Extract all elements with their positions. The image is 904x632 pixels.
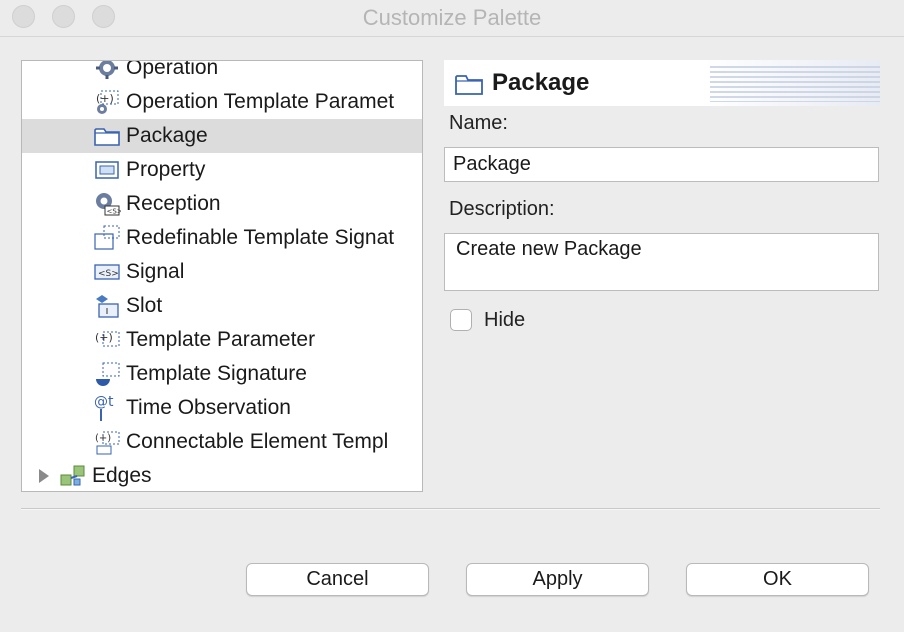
template-signature-icon bbox=[92, 359, 122, 389]
edges-icon bbox=[58, 461, 88, 491]
tree-item-template-signature[interactable]: Template Signature bbox=[22, 357, 422, 391]
tree-item-label: Connectable Element Templ bbox=[126, 430, 389, 453]
palette-tree[interactable]: Operation (+) Operation Template Paramet… bbox=[21, 60, 423, 492]
tree-item-label: Signal bbox=[126, 260, 185, 283]
header-decoration bbox=[710, 66, 880, 102]
time-observation-icon: @t bbox=[92, 393, 122, 423]
tree-item-connectable-element-template[interactable]: (+) Connectable Element Templ bbox=[22, 425, 422, 459]
title-bar: Customize Palette bbox=[0, 0, 904, 37]
hide-label: Hide bbox=[484, 309, 526, 331]
svg-text:<S>: <S> bbox=[107, 208, 122, 216]
tree-item-label: Time Observation bbox=[126, 396, 291, 419]
expand-arrow-icon[interactable] bbox=[38, 468, 52, 484]
cancel-button[interactable]: Cancel bbox=[246, 563, 429, 596]
svg-text:(+): (+) bbox=[96, 92, 114, 105]
tree-item-operation-template-parameter[interactable]: (+) Operation Template Paramet bbox=[22, 85, 422, 119]
hide-checkbox[interactable] bbox=[450, 309, 472, 331]
description-label: Description: bbox=[449, 198, 555, 220]
tree-item-signal[interactable]: <S> Signal bbox=[22, 255, 422, 289]
redefinable-template-signature-icon bbox=[92, 223, 122, 253]
details-title: Package bbox=[492, 69, 590, 96]
reception-gear-icon: <S> bbox=[92, 189, 122, 219]
tree-item-edges[interactable]: Edges bbox=[22, 459, 422, 491]
svg-text:(+): (+) bbox=[95, 433, 111, 444]
tree-item-label: Template Signature bbox=[126, 362, 307, 385]
tree-item-redefinable-template-signature[interactable]: Redefinable Template Signat bbox=[22, 221, 422, 255]
tree-item-operation[interactable]: Operation bbox=[22, 60, 422, 85]
template-parameter-icon: (+) bbox=[92, 325, 122, 355]
name-label: Name: bbox=[449, 112, 508, 134]
tree-item-label: Edges bbox=[92, 464, 152, 487]
connectable-element-template-icon: (+) bbox=[92, 427, 122, 457]
tree-item-label: Template Parameter bbox=[126, 328, 316, 351]
operation-gear-icon bbox=[92, 61, 122, 83]
signal-icon: <S> bbox=[92, 257, 122, 287]
property-icon bbox=[92, 155, 122, 185]
package-folder-icon bbox=[92, 121, 122, 151]
operation-template-parameter-icon: (+) bbox=[92, 87, 122, 117]
window-title: Customize Palette bbox=[362, 5, 542, 30]
svg-text:@t: @t bbox=[94, 394, 114, 410]
package-folder-icon bbox=[454, 72, 484, 101]
name-input[interactable] bbox=[444, 147, 879, 182]
tree-item-time-observation[interactable]: @t Time Observation bbox=[22, 391, 422, 425]
tree-item-label: Redefinable Template Signat bbox=[126, 226, 395, 249]
tree-item-label: Reception bbox=[126, 192, 221, 215]
svg-text:(+): (+) bbox=[95, 331, 113, 344]
apply-button[interactable]: Apply bbox=[466, 563, 649, 596]
tree-item-label: Slot bbox=[126, 294, 163, 317]
tree-item-label: Package bbox=[126, 124, 208, 147]
tree-item-reception[interactable]: <S> Reception bbox=[22, 187, 422, 221]
dialog-separator bbox=[21, 508, 880, 510]
ok-button[interactable]: OK bbox=[686, 563, 869, 596]
svg-text:<S>: <S> bbox=[98, 269, 119, 279]
tree-item-template-parameter[interactable]: (+) Template Parameter bbox=[22, 323, 422, 357]
tree-item-label: Operation bbox=[126, 60, 219, 79]
tree-item-label: Property bbox=[126, 158, 206, 181]
description-textarea[interactable]: Create new Package bbox=[444, 233, 879, 291]
tree-item-property[interactable]: Property bbox=[22, 153, 422, 187]
tree-item-package[interactable]: Package bbox=[22, 119, 422, 153]
slot-icon bbox=[92, 291, 122, 321]
tree-item-slot[interactable]: Slot bbox=[22, 289, 422, 323]
tree-item-label: Operation Template Paramet bbox=[126, 90, 395, 113]
details-header: Package bbox=[444, 60, 880, 106]
